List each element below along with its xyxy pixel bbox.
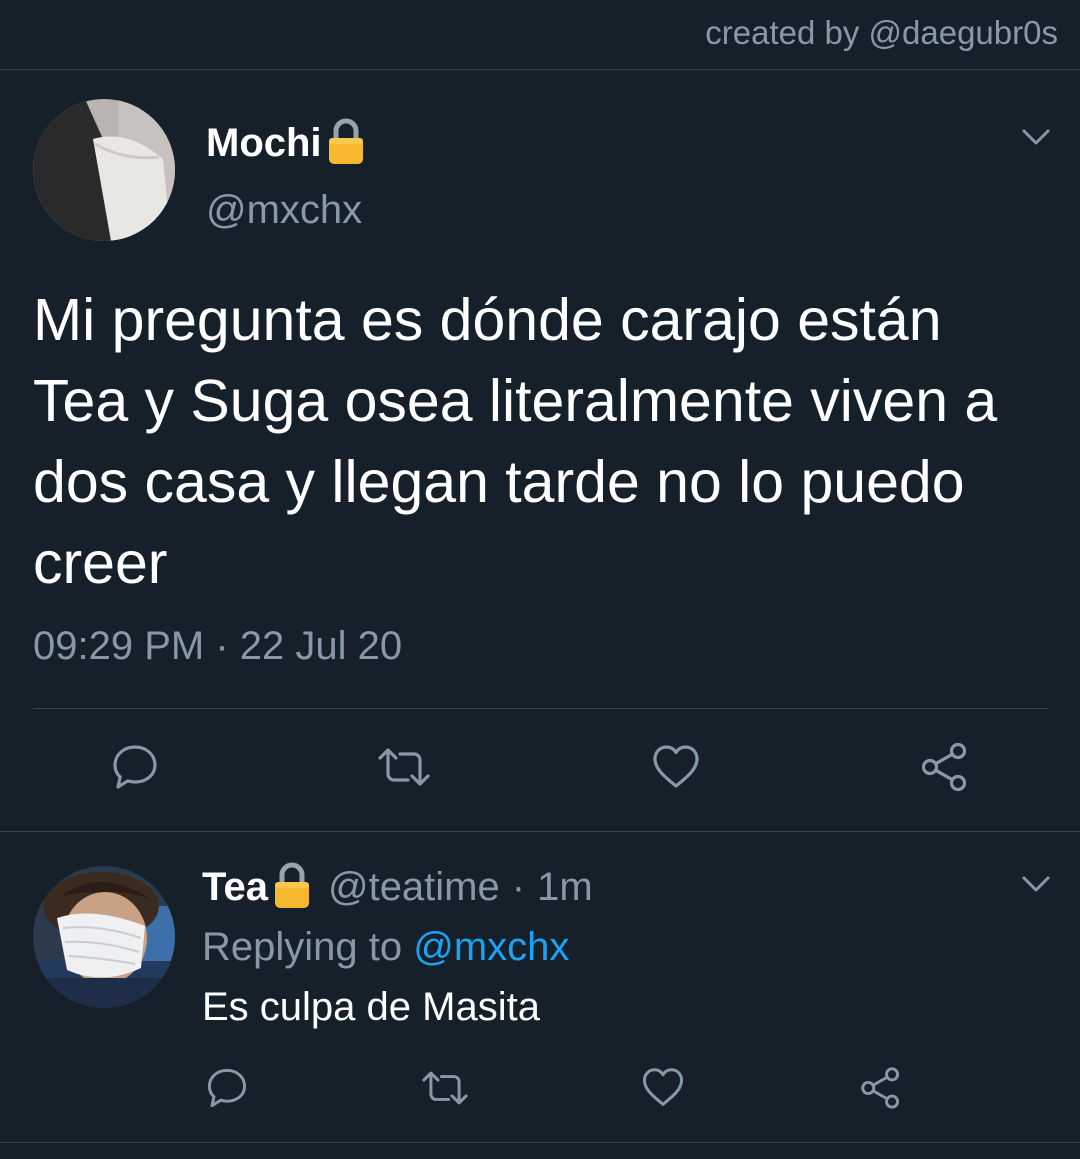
tweet-divider — [33, 708, 1048, 709]
heart-icon — [650, 743, 702, 796]
retweet-icon — [374, 742, 434, 797]
credit-text: created by @daegubr0s — [705, 14, 1058, 51]
section-divider — [0, 831, 1080, 832]
author-handle[interactable]: @mxchx — [206, 188, 362, 233]
retweet-button[interactable] — [374, 742, 434, 796]
reply-button[interactable] — [108, 742, 162, 796]
reply-avatar[interactable] — [33, 866, 175, 1008]
top-divider — [0, 69, 1080, 70]
reply-like-button[interactable] — [638, 1066, 688, 1114]
share-icon — [858, 1065, 904, 1116]
heart-icon — [640, 1066, 686, 1114]
tweet-text: Mi pregunta es dónde carajo están Tea y … — [33, 287, 998, 596]
chevron-down-icon[interactable] — [1020, 125, 1052, 154]
lock-icon — [326, 116, 366, 171]
reply-share-button[interactable] — [857, 1066, 905, 1114]
bottom-divider — [0, 1142, 1080, 1143]
tweet-timestamp[interactable]: 09:29 PM · 22 Jul 20 — [33, 624, 402, 669]
author-row: Mochi — [206, 118, 366, 168]
comment-icon — [110, 742, 160, 797]
avatar[interactable] — [33, 99, 175, 241]
chevron-down-icon[interactable] — [1020, 872, 1052, 901]
reply-separator: · — [511, 864, 526, 909]
replying-mention[interactable]: @mxchx — [413, 925, 569, 969]
display-name[interactable]: Mochi — [206, 121, 322, 166]
lock-icon — [272, 860, 312, 915]
share-button[interactable] — [918, 742, 972, 796]
reply-retweet-button[interactable] — [418, 1066, 472, 1114]
replying-prefix: Replying to — [202, 925, 403, 969]
reply-age: 1m — [537, 864, 593, 909]
tweet-date: 22 Jul 20 — [239, 624, 403, 668]
replying-to: Replying to @mxchx — [202, 925, 569, 970]
reply-author-row: Tea @teatime · 1m — [202, 862, 593, 912]
like-button[interactable] — [648, 742, 704, 796]
reply-reply-button[interactable] — [203, 1066, 251, 1114]
timestamp-separator: · — [215, 624, 229, 668]
share-icon — [918, 740, 972, 799]
reply-author-handle[interactable]: @teatime — [328, 865, 500, 910]
retweet-icon — [418, 1066, 472, 1115]
reply-text: Es culpa de Masita — [202, 985, 540, 1029]
tweet-time: 09:29 PM — [33, 624, 205, 668]
reply-display-name[interactable]: Tea — [202, 865, 268, 910]
comment-icon — [205, 1066, 249, 1115]
